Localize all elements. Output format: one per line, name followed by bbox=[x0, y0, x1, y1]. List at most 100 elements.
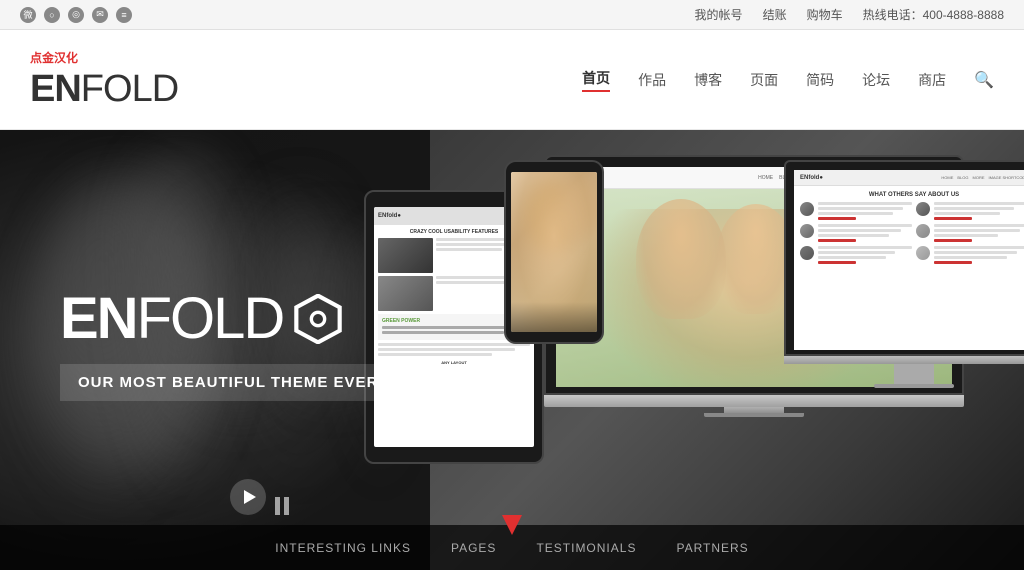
my-account-link[interactable]: 我的帐号 bbox=[695, 6, 743, 23]
m-line bbox=[818, 234, 889, 237]
monitor-header: ENfold● HOME BLOG MORE IMAGE SHORTCODE bbox=[794, 170, 1024, 186]
pause-button[interactable] bbox=[275, 497, 289, 515]
hero-devices: ENfold● HOME BLOG NEWS IMAGE SHORTCODE P… bbox=[364, 140, 1024, 570]
monitor-title: WHAT OTHERS SAY ABOUT US bbox=[800, 192, 1024, 198]
nav-shortcodes[interactable]: 简码 bbox=[806, 70, 834, 90]
cart-link[interactable]: 购物车 bbox=[807, 6, 843, 23]
tablet-img-1 bbox=[378, 238, 433, 273]
laptop-nav-home: HOME bbox=[758, 175, 773, 181]
bottom-nav-links[interactable]: INTERESTING LINKS bbox=[275, 541, 411, 555]
m-line bbox=[818, 202, 912, 205]
t-line bbox=[378, 348, 515, 351]
hero-section: ENFOLD OUR MOST BEAUTIFUL THEME EVER ENf… bbox=[0, 130, 1024, 570]
m-line-red bbox=[818, 239, 856, 242]
play-button[interactable] bbox=[230, 479, 266, 515]
testimonial-text-3 bbox=[818, 224, 912, 242]
brand-fold: FOLD bbox=[137, 286, 284, 351]
monitor-foot bbox=[874, 384, 954, 388]
clock-icon[interactable]: ○ bbox=[44, 7, 60, 23]
monitor-base bbox=[784, 356, 1024, 364]
laptop-base bbox=[544, 395, 964, 407]
m-line-red bbox=[934, 217, 972, 220]
m-line bbox=[818, 207, 903, 210]
weibo-icon[interactable]: 微 bbox=[20, 7, 36, 23]
m-line-red bbox=[818, 261, 856, 264]
m-line bbox=[818, 246, 912, 249]
t-line bbox=[436, 281, 511, 284]
hero-bottom-nav: INTERESTING LINKS PAGES TESTIMONIALS PAR… bbox=[0, 525, 1024, 570]
testimonial-row-3 bbox=[800, 246, 1024, 264]
m-line bbox=[934, 251, 1017, 254]
email-icon[interactable]: ✉ bbox=[92, 7, 108, 23]
hero-brand-text: ENFOLD bbox=[60, 290, 283, 348]
logo-area[interactable]: 点金汉化 EN FOLD bbox=[30, 49, 178, 111]
nav-portfolio[interactable]: 作品 bbox=[638, 70, 666, 90]
monitor-screen: ENfold● HOME BLOG MORE IMAGE SHORTCODE W… bbox=[794, 170, 1024, 350]
m-line bbox=[818, 224, 912, 227]
tablet-more bbox=[378, 343, 530, 356]
avatar-5 bbox=[800, 246, 814, 260]
m-line-red bbox=[934, 239, 972, 242]
avatar-4 bbox=[916, 224, 930, 238]
m-nav-is: IMAGE SHORTCODE bbox=[989, 175, 1024, 180]
testimonial-text-1 bbox=[818, 202, 912, 220]
m-line bbox=[934, 202, 1024, 205]
avatar-6 bbox=[916, 246, 930, 260]
search-icon[interactable]: 🔍 bbox=[974, 70, 994, 90]
logo-fold: FOLD bbox=[81, 68, 178, 111]
monitor-logo: ENfold● bbox=[800, 175, 823, 181]
phone-mockup bbox=[504, 160, 604, 344]
tg-line bbox=[382, 331, 504, 334]
phone-bottom-gradient bbox=[511, 302, 597, 332]
main-header: 点金汉化 EN FOLD 首页 作品 博客 页面 简码 论坛 商店 🔍 bbox=[0, 30, 1024, 130]
scroll-indicator bbox=[502, 515, 522, 535]
m-line bbox=[934, 256, 1007, 259]
testimonial-row-1 bbox=[800, 202, 1024, 220]
avatar-3 bbox=[800, 224, 814, 238]
nav-pages[interactable]: 页面 bbox=[750, 70, 778, 90]
tablet-logo: ENfold● bbox=[378, 213, 401, 219]
logo-main: EN FOLD bbox=[30, 68, 178, 111]
hero-brand: ENFOLD bbox=[60, 290, 396, 348]
pause-bar-1 bbox=[275, 497, 280, 515]
m-nav-blog: BLOG bbox=[957, 175, 968, 180]
avatar-2 bbox=[916, 202, 930, 216]
nav-forum[interactable]: 论坛 bbox=[862, 70, 890, 90]
avatar-1 bbox=[800, 202, 814, 216]
tablet-any-layout: ANY LAYOUT bbox=[378, 360, 530, 365]
m-line bbox=[934, 212, 1000, 215]
phone-frame bbox=[504, 160, 604, 344]
laptop-foot bbox=[704, 413, 804, 417]
monitor-stand bbox=[894, 364, 934, 384]
brand-en: EN bbox=[60, 286, 137, 351]
bottom-nav-testimonials[interactable]: TESTIMONIALS bbox=[536, 541, 636, 555]
hero-subtitle: OUR MOST BEAUTIFUL THEME EVER bbox=[60, 364, 396, 401]
nav-home[interactable]: 首页 bbox=[582, 68, 610, 92]
main-nav: 首页 作品 博客 页面 简码 论坛 商店 🔍 bbox=[582, 68, 994, 92]
nav-shop[interactable]: 商店 bbox=[918, 70, 946, 90]
m-line bbox=[934, 207, 1014, 210]
t-line bbox=[436, 248, 502, 251]
rss-icon[interactable]: ≡ bbox=[116, 7, 132, 23]
monitor-content: WHAT OTHERS SAY ABOUT US bbox=[794, 186, 1024, 274]
social-icons: 微 ○ ◎ ✉ ≡ bbox=[20, 7, 132, 23]
nav-blog[interactable]: 博客 bbox=[694, 70, 722, 90]
m-line bbox=[818, 212, 893, 215]
m-nav-home: HOME bbox=[941, 175, 953, 180]
play-icon bbox=[244, 490, 256, 504]
logo-en: EN bbox=[30, 68, 81, 111]
m-line bbox=[818, 256, 886, 259]
m-line bbox=[818, 229, 901, 232]
logo-subtitle: 点金汉化 bbox=[30, 49, 78, 66]
m-line-red bbox=[934, 261, 972, 264]
m-line bbox=[934, 224, 1024, 227]
target-icon[interactable]: ◎ bbox=[68, 7, 84, 23]
bottom-nav-pages[interactable]: PAGES bbox=[451, 541, 496, 555]
bottom-nav-partners[interactable]: PARTNERS bbox=[676, 541, 748, 555]
phone-number: 热线电话：400-4888-8888 bbox=[863, 6, 1004, 23]
testimonial-text-2 bbox=[934, 202, 1024, 220]
checkout-link[interactable]: 结账 bbox=[763, 6, 787, 23]
testimonial-text-5 bbox=[818, 246, 912, 264]
top-bar: 微 ○ ◎ ✉ ≡ 我的帐号 结账 购物车 热线电话：400-4888-8888 bbox=[0, 0, 1024, 30]
testimonial-text-6 bbox=[934, 246, 1024, 264]
